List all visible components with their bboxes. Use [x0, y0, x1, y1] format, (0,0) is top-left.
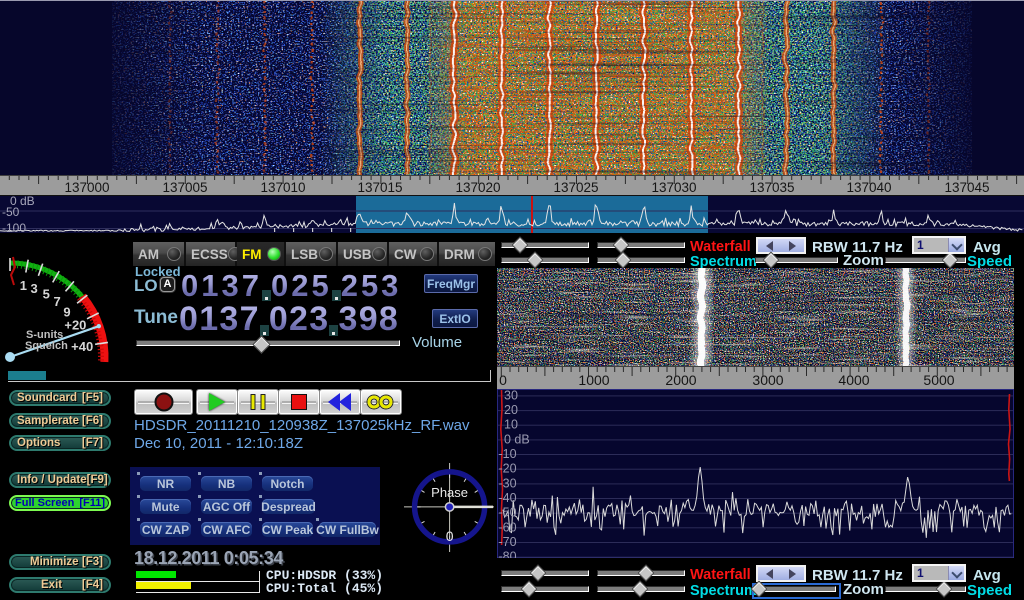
svg-text:2000: 2000: [665, 372, 696, 388]
svg-text:-40: -40: [499, 491, 517, 505]
svg-text:3: 3: [30, 281, 37, 296]
svg-text:-50: -50: [499, 506, 517, 520]
svg-text:137025: 137025: [553, 180, 598, 195]
svg-text:-80: -80: [499, 550, 517, 558]
svg-text:5000: 5000: [923, 372, 954, 388]
svg-text:0: 0: [446, 528, 454, 544]
svg-text:-60: -60: [499, 520, 517, 534]
svg-text:137010: 137010: [260, 180, 305, 195]
svg-text:30: 30: [504, 389, 518, 402]
svg-text:-30: -30: [499, 476, 517, 490]
svg-text:-20: -20: [499, 462, 517, 476]
svg-text:5: 5: [43, 287, 50, 302]
svg-text:20: 20: [504, 403, 518, 417]
svg-text:137040: 137040: [846, 180, 891, 195]
svg-text:1: 1: [20, 278, 27, 293]
svg-text:137015: 137015: [357, 180, 402, 195]
svg-text:10: 10: [504, 418, 518, 432]
svg-text:137005: 137005: [162, 180, 207, 195]
svg-text:0 dB: 0 dB: [504, 432, 530, 446]
svg-text:137045: 137045: [944, 180, 989, 195]
svg-text:137000: 137000: [64, 180, 109, 195]
svg-text:+20: +20: [64, 318, 86, 333]
svg-text:7: 7: [53, 294, 60, 309]
svg-text:3000: 3000: [752, 372, 783, 388]
svg-text:1000: 1000: [578, 372, 609, 388]
svg-text:137020: 137020: [455, 180, 500, 195]
svg-text:-50: -50: [2, 205, 20, 219]
svg-text:4000: 4000: [838, 372, 869, 388]
svg-text:-70: -70: [499, 535, 517, 549]
svg-text:Phase: Phase: [431, 485, 468, 500]
svg-text:-10: -10: [499, 447, 517, 461]
svg-text:-100: -100: [2, 221, 26, 233]
svg-text:Squelch: Squelch: [25, 340, 68, 352]
svg-text:+40: +40: [71, 339, 93, 354]
svg-text:0: 0: [499, 372, 507, 388]
svg-text:137035: 137035: [749, 180, 794, 195]
svg-text:137030: 137030: [651, 180, 696, 195]
